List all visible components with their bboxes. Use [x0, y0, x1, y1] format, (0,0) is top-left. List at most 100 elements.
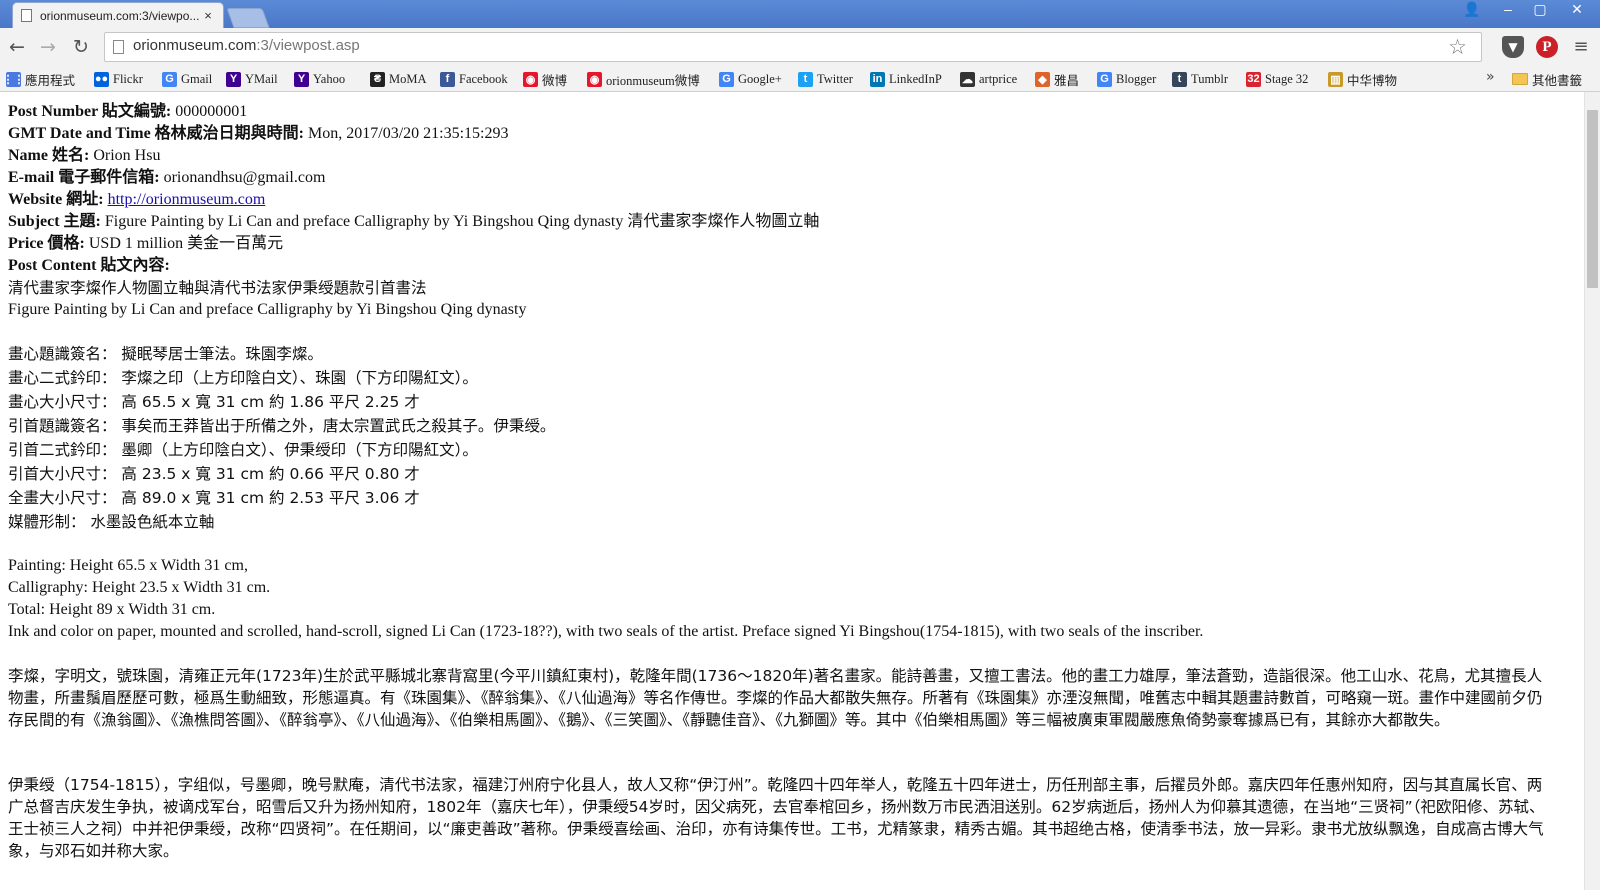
bookmark-label: Gmail: [181, 71, 213, 86]
new-tab-button[interactable]: [226, 8, 270, 28]
url-text[interactable]: orionmuseum.com:3/viewpost.asp: [133, 37, 360, 54]
browser-menu-icon[interactable]: ≡: [1570, 36, 1592, 58]
bookmark-label: Yahoo: [313, 71, 346, 86]
tab-title: orionmuseum.com:3/viewpo...: [40, 8, 200, 23]
name-value: Orion Hsu: [89, 147, 161, 164]
bookmark-1[interactable]: ●● Flickr: [94, 69, 143, 89]
browser-toolbar: ← → ↻ orionmuseum.com:3/viewpost.asp ☆ ▼…: [0, 28, 1600, 66]
other-bookmarks-folder[interactable]: 其他書籤: [1512, 69, 1582, 89]
folder-icon: [1512, 73, 1528, 85]
stage32-icon: 32: [1246, 71, 1261, 87]
content-label: Post Content 貼文內容:: [8, 257, 170, 274]
reload-button[interactable]: ↻: [70, 36, 92, 58]
other-bookmarks-label: 其他書籤: [1532, 73, 1583, 88]
museum-icon: ▥: [1328, 71, 1343, 87]
price-value: USD 1 million 美金一百萬元: [84, 235, 284, 252]
bookmark-2[interactable]: G Gmail: [162, 69, 212, 89]
weibo-icon: ◉: [587, 71, 602, 87]
website-label: Website 網址:: [8, 191, 104, 208]
bookmark-label: 中华博物: [1347, 73, 1398, 88]
detail-cn-line: 畫心二式鈐印： 李燦之印（上方印陰白文）、珠園（下方印陽紅文）。: [8, 369, 478, 387]
pocket-extension-icon[interactable]: ▼: [1502, 36, 1524, 58]
date-line: GMT Date and Time 格林威治日期與時間: Mon, 2017/0…: [8, 123, 508, 145]
bookmarks-more-chevron[interactable]: »: [1486, 69, 1495, 85]
bookmark-7[interactable]: ◉ 微博: [523, 69, 567, 89]
bookmark-label: Stage 32: [1265, 71, 1309, 86]
post-number-line: Post Number 貼文編號: 000000001: [8, 101, 247, 123]
bookmark-0[interactable]: ⋮⋮ 應用程式: [2, 69, 76, 89]
bookmark-10[interactable]: t Twitter: [798, 69, 853, 89]
bookmark-8[interactable]: ◉ orionmuseum微博: [587, 69, 700, 89]
date-value: Mon, 2017/03/20 21:35:15:293: [304, 125, 509, 142]
forward-button[interactable]: →: [37, 36, 59, 58]
apps-grid-icon: ⋮⋮: [2, 71, 25, 87]
bookmark-12[interactable]: ☁ artprice: [960, 69, 1017, 89]
tab-viewpost[interactable]: orionmuseum.com:3/viewpo... ×: [12, 2, 224, 28]
subject-label: Subject 主題:: [8, 213, 101, 230]
user-profile-icon[interactable]: 👤: [1456, 0, 1488, 20]
yahoo-icon: Y: [294, 71, 309, 87]
bookmark-star-icon[interactable]: ☆: [1448, 35, 1467, 59]
subject-line: Subject 主題: Figure Painting by Li Can an…: [8, 211, 819, 233]
bookmark-6[interactable]: f Facebook: [440, 69, 508, 89]
bookmark-label: 應用程式: [25, 73, 76, 88]
weibo-icon: ◉: [523, 71, 538, 87]
maximize-button[interactable]: ▢: [1524, 0, 1556, 20]
bookmark-9[interactable]: G Google+: [719, 69, 782, 89]
scrollbar-thumb[interactable]: [1587, 110, 1598, 288]
bookmark-4[interactable]: Y Yahoo: [294, 69, 345, 89]
linkedin-icon: in: [870, 71, 885, 87]
bookmark-13[interactable]: ◆ 雅昌: [1035, 69, 1079, 89]
bookmark-label: Twitter: [817, 71, 853, 86]
artprice-icon: ☁: [960, 71, 975, 87]
bookmark-11[interactable]: in LinkedInP: [870, 69, 942, 89]
bookmark-5[interactable]: ₴ MoMA: [370, 69, 427, 89]
bookmark-label: Facebook: [459, 71, 508, 86]
bookmark-label: YMail: [245, 71, 278, 86]
detail-cn-line: 畫心題識簽名： 擬眠琴居士筆法。珠園李燦。: [8, 345, 323, 363]
yi-bingshou-biography: 伊秉绶（1754-1815），字组似，号墨卿，晚号默庵，清代书法家，福建汀州府宁…: [8, 776, 1545, 860]
name-label: Name 姓名:: [8, 147, 90, 164]
price-label: Price 價格:: [8, 235, 85, 252]
subject-value: Figure Painting by Li Can and preface Ca…: [100, 213, 820, 230]
bookmark-label: Google+: [738, 71, 782, 86]
bookmark-3[interactable]: Y YMail: [226, 69, 278, 89]
price-line: Price 價格: USD 1 million 美金一百萬元: [8, 233, 283, 255]
title-bar: orionmuseum.com:3/viewpo... × 👤 – ▢ ✕: [0, 0, 1600, 28]
bookmark-14[interactable]: G Blogger: [1097, 69, 1156, 89]
page-scrollbar[interactable]: [1584, 92, 1600, 890]
address-bar[interactable]: orionmuseum.com:3/viewpost.asp ☆: [104, 32, 1482, 62]
bookmark-label: orionmuseum微博: [606, 73, 700, 88]
minimize-button[interactable]: –: [1492, 0, 1524, 20]
email-line: E-mail 電子郵件信箱: orionandhsu@gmail.com: [8, 167, 325, 189]
bookmark-16[interactable]: 32 Stage 32: [1246, 69, 1308, 89]
back-button[interactable]: ←: [6, 36, 28, 58]
yahoo-icon: Y: [226, 71, 241, 87]
website-line: Website 網址: http://orionmuseum.com: [8, 189, 265, 211]
title-english: Figure Painting by Li Can and preface Ca…: [8, 301, 527, 318]
google-icon: G: [719, 71, 734, 87]
tab-close-icon[interactable]: ×: [201, 8, 215, 23]
bookmark-label: LinkedInP: [889, 71, 942, 86]
pinterest-extension-icon[interactable]: P: [1536, 36, 1558, 58]
title-chinese: 清代畫家李燦作人物圖立軸與清代书法家伊秉绶題款引首書法: [8, 279, 427, 297]
close-window-button[interactable]: ✕: [1556, 0, 1598, 20]
page-content: Post Number 貼文編號: 000000001 GMT Date and…: [0, 92, 1584, 890]
bookmark-15[interactable]: t Tumblr: [1172, 69, 1228, 89]
website-link[interactable]: http://orionmuseum.com: [108, 191, 266, 208]
post-number-label: Post Number 貼文編號:: [8, 103, 172, 120]
bookmark-label: 雅昌: [1054, 73, 1080, 88]
name-line: Name 姓名: Orion Hsu: [8, 145, 160, 167]
page-info-icon[interactable]: [113, 40, 124, 54]
detail-en-line: Total: Height 89 x Width 31 cm.: [8, 601, 216, 618]
facebook-icon: f: [440, 71, 455, 87]
detail-en-line: Painting: Height 65.5 x Width 31 cm,: [8, 557, 248, 574]
detail-cn-line: 畫心大小尺寸： 高 65.5 x 寬 31 cm 約 1.86 平尺 2.25 …: [8, 393, 420, 411]
tumblr-icon: t: [1172, 71, 1187, 87]
bookmark-label: Flickr: [113, 71, 143, 86]
bookmark-17[interactable]: ▥ 中华博物: [1328, 69, 1397, 89]
google-icon: G: [1097, 71, 1112, 87]
date-label: GMT Date and Time 格林威治日期與時間:: [8, 125, 305, 142]
content-heading: Post Content 貼文內容:: [8, 255, 170, 277]
flickr-icon: ●●: [94, 71, 109, 87]
